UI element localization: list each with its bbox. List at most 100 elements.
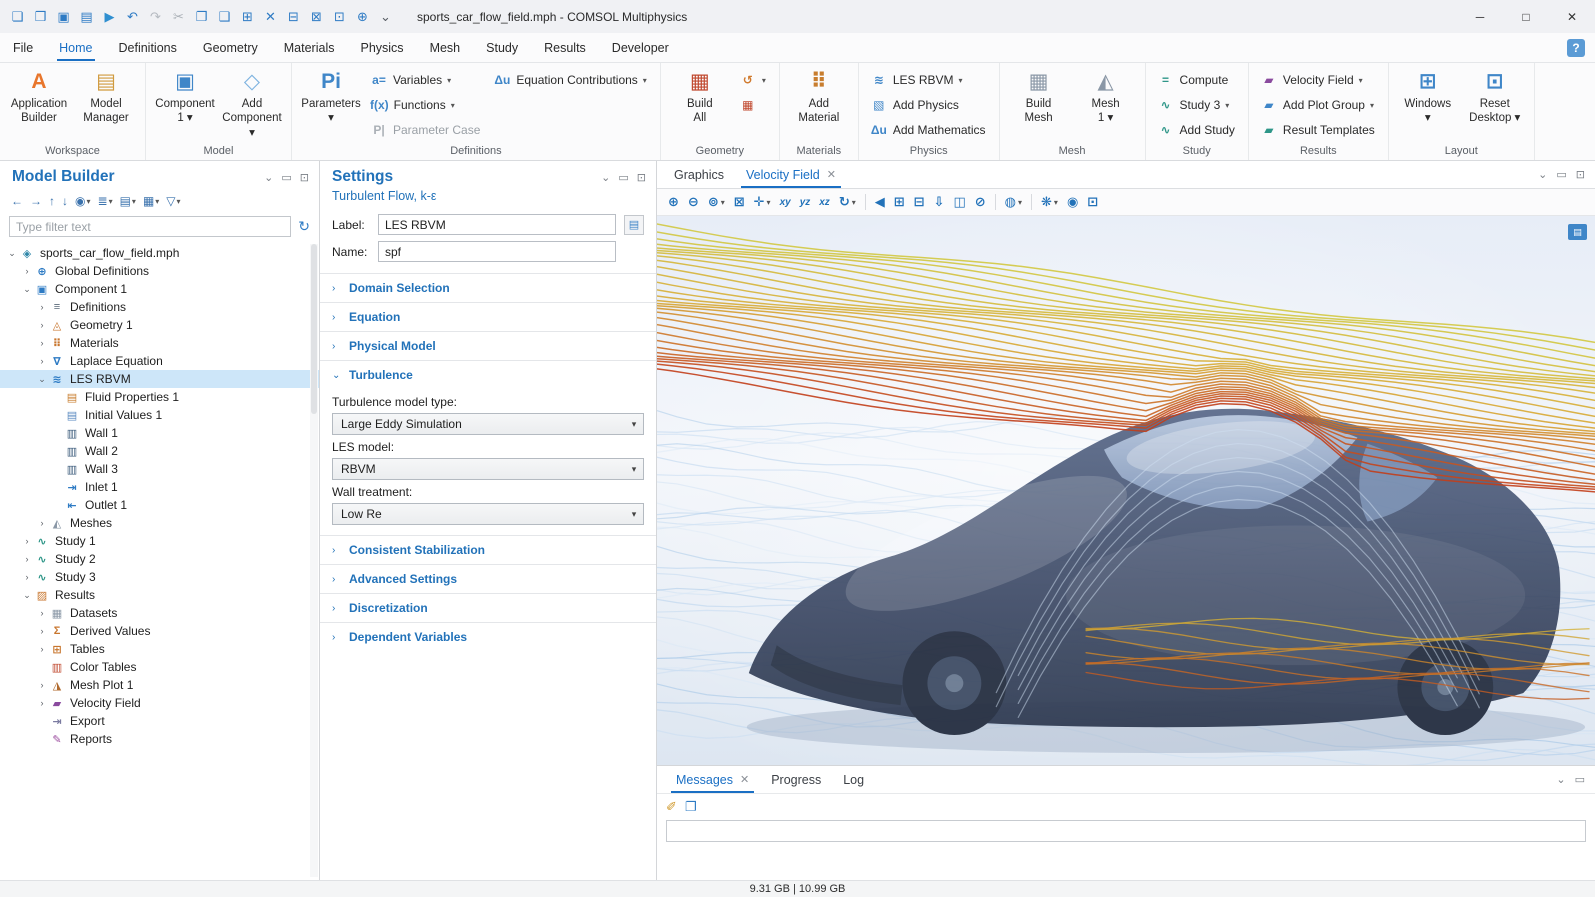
copy-text-icon[interactable]: ❐ xyxy=(685,799,697,815)
view-zx-icon[interactable]: xz xyxy=(815,191,834,213)
tree-item-wall-2[interactable]: ▥Wall 2 xyxy=(0,442,319,460)
tree-expand-arrow-icon[interactable]: › xyxy=(36,356,48,366)
section-consistent-stabilization[interactable]: ›Consistent Stabilization xyxy=(320,535,656,564)
transparency-icon[interactable]: ◍▾ xyxy=(1001,191,1026,213)
graphics-canvas[interactable]: ▤ xyxy=(657,216,1595,765)
section-discretization[interactable]: ›Discretization xyxy=(320,593,656,622)
add-physics-button[interactable]: ▧Add Physics xyxy=(866,93,992,117)
expand-sections-icon[interactable]: ▤▾ xyxy=(117,191,139,211)
tree-item-meshes[interactable]: ›◭Meshes xyxy=(0,514,319,532)
rename-toggle-button[interactable]: ▤ xyxy=(624,215,644,235)
matrix-icon[interactable]: ⊠ xyxy=(305,5,328,29)
plot-settings-icon[interactable]: ▤ xyxy=(1568,224,1587,240)
tab-log[interactable]: Log xyxy=(832,766,875,793)
menu-tab-mesh[interactable]: Mesh xyxy=(417,33,474,62)
tree-item-geometry-1[interactable]: ›◬Geometry 1 xyxy=(0,316,319,334)
close-tab-icon[interactable]: ✕ xyxy=(827,168,836,181)
tree-expand-arrow-icon[interactable]: › xyxy=(36,302,48,312)
tree-item-inlet-1[interactable]: ⇥Inlet 1 xyxy=(0,478,319,496)
functions-button[interactable]: f(x)Functions▾ xyxy=(366,93,486,117)
duplicate-icon[interactable]: ⊞ xyxy=(236,5,259,29)
section-turbulence[interactable]: ⌄Turbulence xyxy=(320,360,656,389)
rebuild-button[interactable]: ↺▾ xyxy=(735,68,772,92)
tree-item-tables[interactable]: ›⊞Tables xyxy=(0,640,319,658)
tree-collapse-arrow-icon[interactable]: ⌄ xyxy=(21,590,33,601)
menu-tab-materials[interactable]: Materials xyxy=(271,33,348,62)
close-button[interactable]: ✕ xyxy=(1549,0,1595,33)
tree-collapse-arrow-icon[interactable]: ⌄ xyxy=(36,374,48,385)
minimize-button[interactable]: ─ xyxy=(1457,0,1503,33)
zoom-out-icon[interactable]: ⊖ xyxy=(684,191,703,213)
turbulence-model-type-select[interactable]: Large Eddy Simulation▾ xyxy=(332,413,644,435)
close-tab-icon[interactable]: ✕ xyxy=(740,773,749,786)
tree-item-fluid-properties-1[interactable]: ▤Fluid Properties 1 xyxy=(0,388,319,406)
move-down-icon[interactable]: ↓ xyxy=(59,191,71,211)
les-model-select[interactable]: RBVM▾ xyxy=(332,458,644,480)
tree-expand-arrow-icon[interactable]: › xyxy=(36,338,48,348)
float-panel-icon[interactable]: ▭ xyxy=(618,171,628,184)
tree-expand-arrow-icon[interactable]: › xyxy=(21,536,33,546)
tab-progress[interactable]: Progress xyxy=(760,766,832,793)
reset-desktop-button[interactable]: ⊡Reset Desktop ▾ xyxy=(1463,66,1527,129)
redo-icon[interactable]: ↷ xyxy=(144,5,167,29)
tab-graphics[interactable]: Graphics xyxy=(663,161,735,188)
paste-icon[interactable]: ❑ xyxy=(213,5,236,29)
new-file-icon[interactable]: ❏ xyxy=(6,5,29,29)
component-1-button[interactable]: ▣Component 1 ▾ xyxy=(153,66,217,129)
evaluate-icon[interactable]: ⊡ xyxy=(328,5,351,29)
view-xy-icon[interactable]: xy xyxy=(776,191,795,213)
tree-item-les-rbvm[interactable]: ⌄≋LES RBVM xyxy=(0,370,319,388)
panel-menu-icon[interactable]: ⌄ xyxy=(1538,168,1547,181)
tree-item-reports[interactable]: ✎Reports xyxy=(0,730,319,748)
panel-menu-icon[interactable]: ⌄ xyxy=(1556,773,1565,786)
save-as-icon[interactable]: ▤ xyxy=(75,5,98,29)
add-material-button[interactable]: ⠿Add Material xyxy=(787,66,851,129)
tree-item-definitions[interactable]: ›≡Definitions xyxy=(0,298,319,316)
tree-expand-arrow-icon[interactable]: › xyxy=(21,554,33,564)
tree-item-global-definitions[interactable]: ›⊕Global Definitions xyxy=(0,262,319,280)
panel-menu-icon[interactable]: ⌄ xyxy=(264,171,273,184)
camera-icon[interactable]: ◉ xyxy=(1063,191,1082,213)
tree-expand-arrow-icon[interactable]: › xyxy=(36,320,48,330)
maximize-button[interactable]: □ xyxy=(1503,0,1549,33)
equation-contributions-button[interactable]: ΔuEquation Contributions▾ xyxy=(489,68,652,92)
tree-item-study-2[interactable]: ›∿Study 2 xyxy=(0,550,319,568)
menu-tab-file[interactable]: File xyxy=(0,33,46,62)
copy-icon[interactable]: ❐ xyxy=(190,5,213,29)
compile-equations-icon[interactable]: ⊟ xyxy=(282,5,305,29)
mesh-1-button[interactable]: ◭Mesh 1 ▾ xyxy=(1074,66,1138,129)
zoom-extents-icon[interactable]: ⊠ xyxy=(730,191,749,213)
tree-expand-arrow-icon[interactable]: › xyxy=(36,608,48,618)
maximize-panel-icon[interactable]: ⊡ xyxy=(1576,168,1585,181)
tree-item-mesh-plot-1[interactable]: ›◮Mesh Plot 1 xyxy=(0,676,319,694)
menu-tab-definitions[interactable]: Definitions xyxy=(106,33,190,62)
view-yz-icon[interactable]: yz xyxy=(796,191,815,213)
compute-button[interactable]: =Compute xyxy=(1153,68,1241,92)
customize-quick-access-icon[interactable]: ⌄ xyxy=(374,5,397,29)
tree-item-wall-3[interactable]: ▥Wall 3 xyxy=(0,460,319,478)
scene-light-icon[interactable]: ❋▾ xyxy=(1037,191,1062,213)
add-plot-group-button[interactable]: ▰Add Plot Group▾ xyxy=(1256,93,1381,117)
section-advanced-settings[interactable]: ›Advanced Settings xyxy=(320,564,656,593)
study-3-button[interactable]: ∿Study 3▾ xyxy=(1153,93,1241,117)
scrollbar-thumb[interactable] xyxy=(311,244,317,414)
section-equation[interactable]: ›Equation xyxy=(320,302,656,331)
add-component-button[interactable]: ◇Add Component ▾ xyxy=(220,66,284,143)
export-plot-icon[interactable]: ⇩ xyxy=(930,191,949,213)
open-file-icon[interactable]: ❒ xyxy=(29,5,52,29)
build-mesh-button[interactable]: ▦Build Mesh xyxy=(1007,66,1071,129)
model-manager-button[interactable]: ▤Model Manager xyxy=(74,66,138,129)
float-panel-icon[interactable]: ▭ xyxy=(1556,168,1566,181)
tree-expand-arrow-icon[interactable]: › xyxy=(21,266,33,276)
panel-menu-icon[interactable]: ⌄ xyxy=(601,171,610,184)
velocity-field-button[interactable]: ▰Velocity Field▾ xyxy=(1256,68,1381,92)
go-to-view-icon[interactable]: ✛▾ xyxy=(750,191,775,213)
dock-panel-icon[interactable]: ⊡ xyxy=(300,171,309,184)
zoom-selected-icon[interactable]: ⊚▾ xyxy=(704,191,729,213)
tree-item-color-tables[interactable]: ▥Color Tables xyxy=(0,658,319,676)
label-input[interactable] xyxy=(378,214,616,235)
tree-item-sports-car-flow-field-mph[interactable]: ⌄◈sports_car_flow_field.mph xyxy=(0,244,319,262)
node-group-icon[interactable]: ▦▾ xyxy=(140,191,162,211)
menu-tab-physics[interactable]: Physics xyxy=(347,33,416,62)
menu-tab-results[interactable]: Results xyxy=(531,33,599,62)
